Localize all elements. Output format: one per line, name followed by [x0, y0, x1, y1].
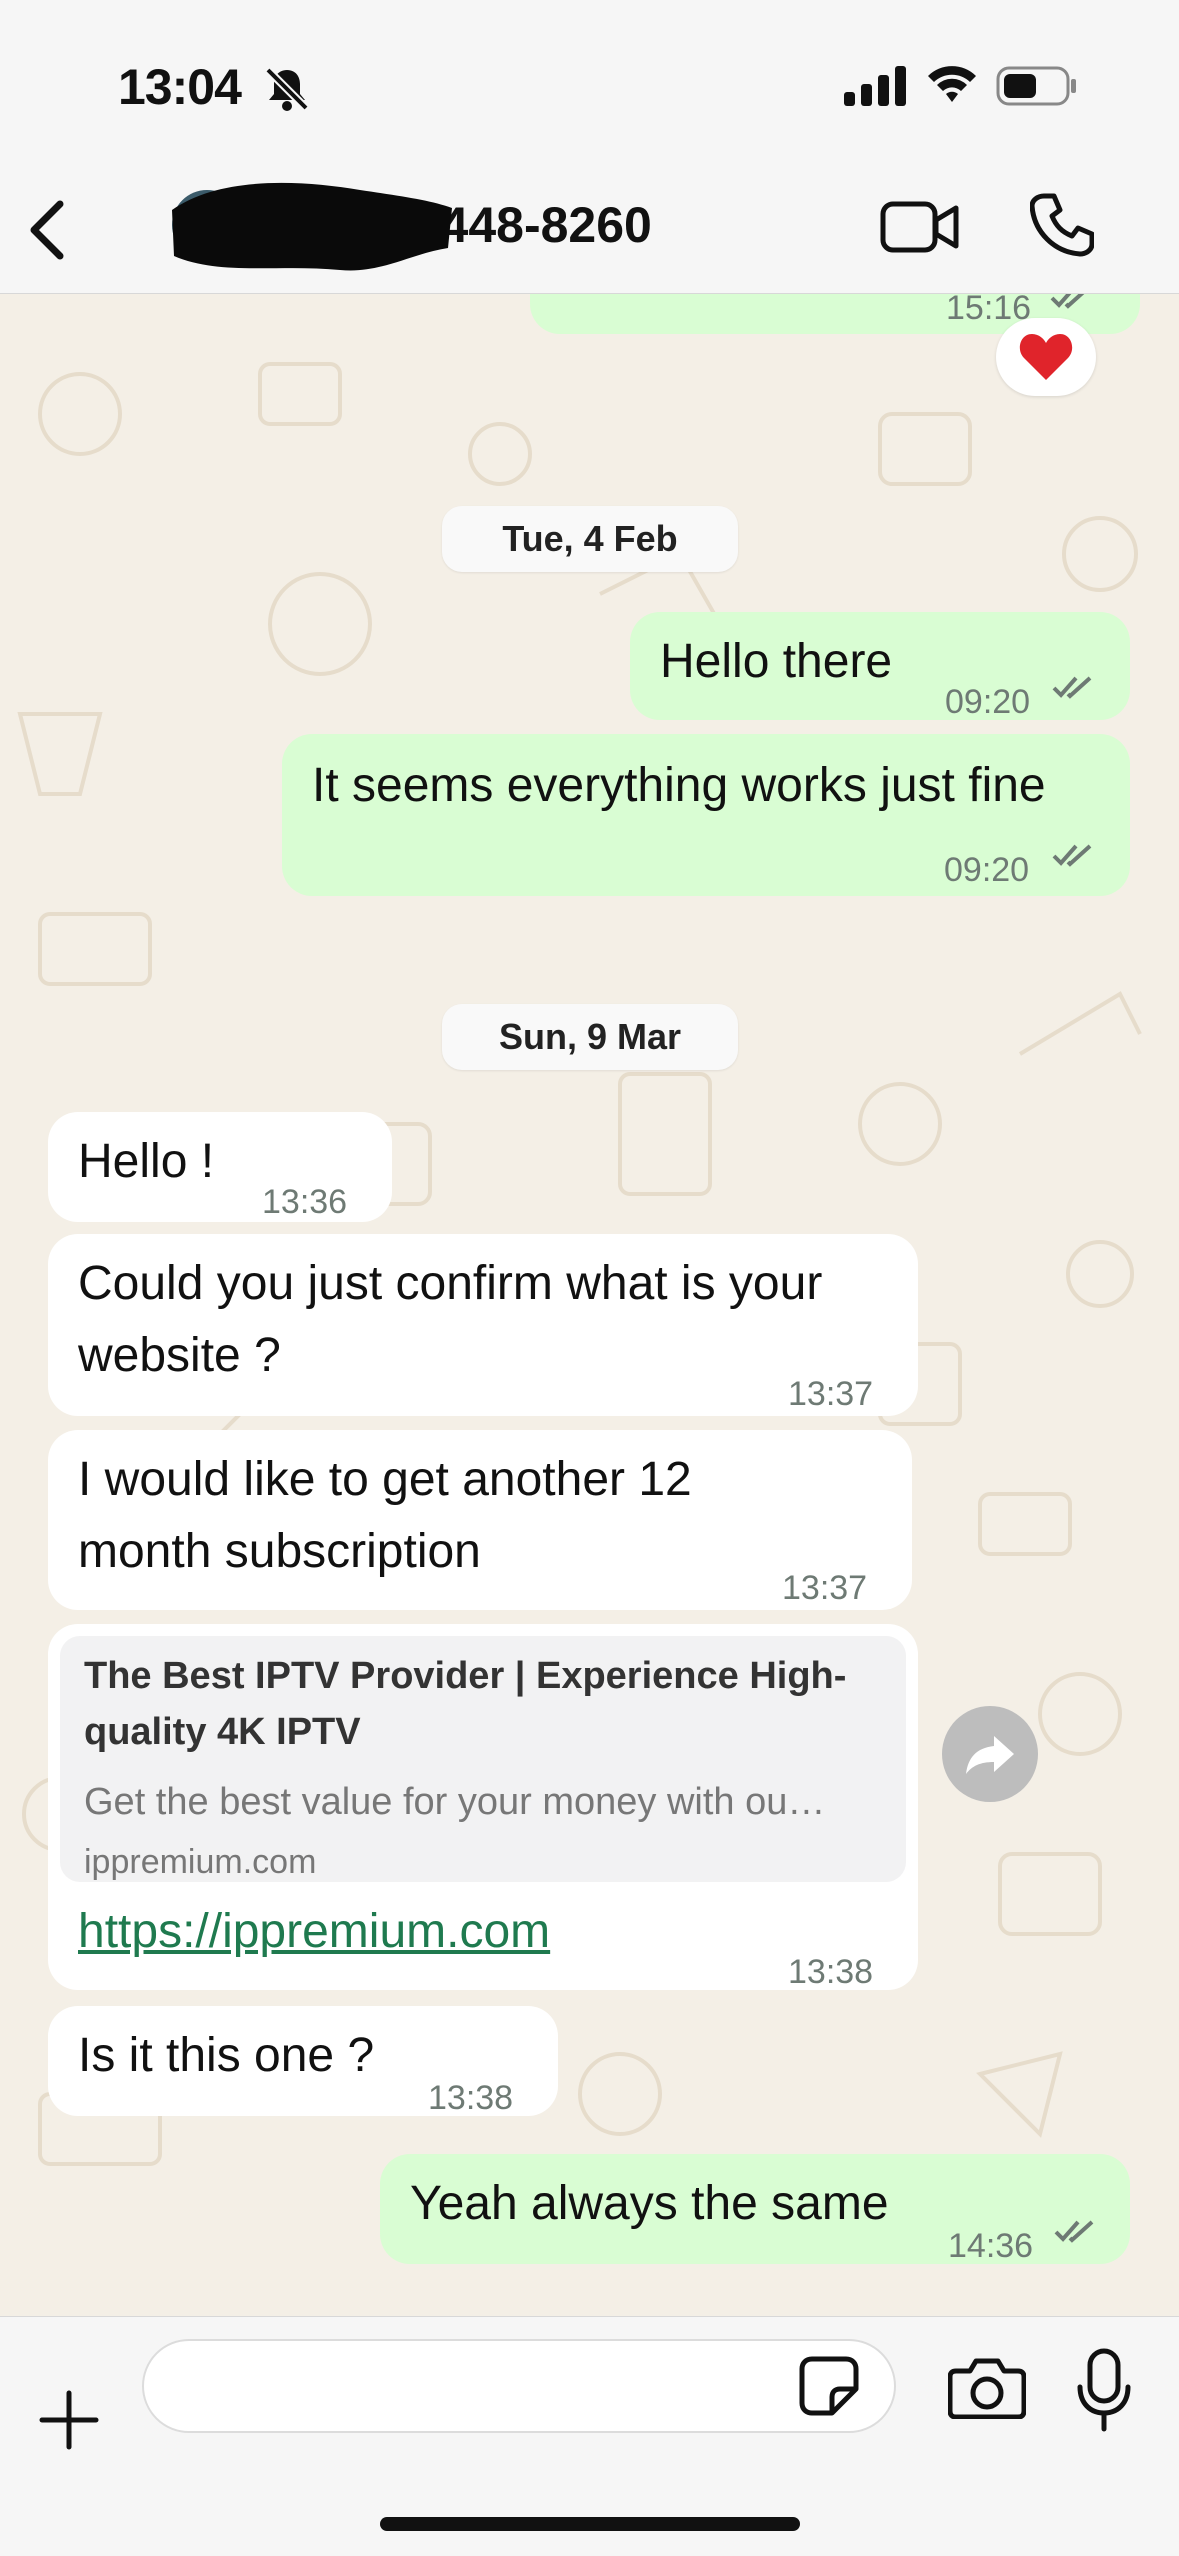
- message-text-line: month subscription: [78, 1525, 481, 1578]
- message-bubble-outgoing[interactable]: It seems everything works just fine 09:2…: [282, 734, 1130, 896]
- redaction-scribble: [160, 170, 460, 280]
- message-time: 09:20: [945, 683, 1031, 721]
- message-input[interactable]: [142, 2339, 896, 2433]
- message-bubble-outgoing[interactable]: Hello there 09:20: [630, 612, 1130, 721]
- forward-icon: [966, 1736, 1014, 1774]
- bell-off-icon: [262, 64, 312, 119]
- battery-icon: [996, 64, 1078, 113]
- message-text: Is it this one ?: [78, 2029, 375, 2082]
- double-tick-icon: [1052, 676, 1092, 699]
- message-time: 13:38: [428, 2079, 514, 2117]
- forward-button[interactable]: [942, 1706, 1038, 1802]
- message-text: Hello there: [660, 635, 893, 688]
- message-text: It seems everything works just fine: [312, 759, 1046, 812]
- date-separator: Sun, 9 Mar: [442, 1004, 738, 1070]
- wifi-icon: [924, 60, 980, 111]
- status-bar: 13:04: [0, 0, 1179, 160]
- message-time: 13:38: [788, 1953, 874, 1991]
- link-preview-domain: ippremium.com: [84, 1843, 317, 1881]
- message-bubble-incoming[interactable]: The Best IPTV Provider | Experience High…: [48, 1624, 918, 1991]
- back-chevron-icon[interactable]: [22, 200, 72, 265]
- message-text-line: Could you just confirm what is your: [78, 1257, 823, 1310]
- link-preview-title-line: quality 4K IPTV: [84, 1711, 361, 1753]
- camera-icon[interactable]: [947, 2357, 1027, 2424]
- message-input-bar: [0, 2316, 1179, 2556]
- message-text-line: website ?: [78, 1329, 281, 1382]
- sticker-icon[interactable]: [798, 2355, 860, 2422]
- message-time: 13:37: [788, 1375, 874, 1413]
- phone-call-icon[interactable]: [1029, 192, 1095, 263]
- message-bubble-incoming[interactable]: Could you just confirm what is your webs…: [48, 1234, 918, 1416]
- plus-icon[interactable]: [38, 2389, 100, 2456]
- message-text-line: I would like to get another 12: [78, 1453, 692, 1506]
- message-link[interactable]: https://ippremium.com: [78, 1896, 550, 1968]
- message-text: Yeah always the same: [410, 2177, 889, 2230]
- reaction-pill[interactable]: [996, 318, 1096, 396]
- message-time: 13:36: [262, 1183, 348, 1221]
- link-preview-title-line: The Best IPTV Provider | Experience High…: [84, 1655, 847, 1697]
- double-tick-icon: [1050, 294, 1085, 309]
- message-time: 09:20: [944, 851, 1030, 889]
- signal-icon: [844, 66, 908, 111]
- chat-header: ) 448-8260: [0, 160, 1179, 294]
- link-preview-title: The Best IPTV Provider | Experience High…: [84, 1648, 884, 1760]
- message-bubble-incoming[interactable]: Is it this one ? 13:38: [48, 2006, 558, 2117]
- message-bubble-incoming[interactable]: I would like to get another 12 month sub…: [48, 1430, 912, 1610]
- message-bubble-incoming[interactable]: Hello ! 13:36: [48, 1112, 392, 1222]
- chat-area[interactable]: 15:16 Tue, 4 Feb Hello there 09:20 It se…: [0, 294, 1179, 2316]
- status-time: 13:04: [118, 59, 242, 115]
- message-time: 14:36: [948, 2227, 1034, 2265]
- home-indicator: [380, 2517, 800, 2531]
- date-separator: Tue, 4 Feb: [442, 506, 738, 572]
- message-time: 13:37: [782, 1569, 868, 1607]
- link-preview-card[interactable]: The Best IPTV Provider | Experience High…: [60, 1636, 906, 1882]
- double-tick-icon: [1054, 2220, 1094, 2243]
- heart-icon: [1019, 334, 1073, 380]
- double-tick-icon: [1052, 844, 1092, 867]
- video-call-icon[interactable]: [880, 196, 960, 263]
- message-text: Hello !: [78, 1135, 215, 1188]
- microphone-icon[interactable]: [1074, 2347, 1134, 2438]
- message-bubble-outgoing[interactable]: Yeah always the same 14:36: [380, 2154, 1130, 2265]
